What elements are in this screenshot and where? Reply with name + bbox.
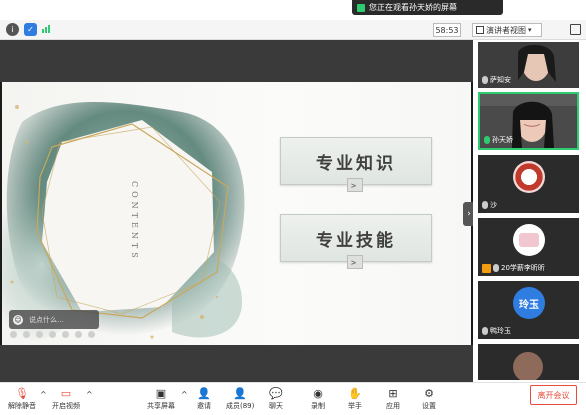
chevron-down-icon: ▾ bbox=[528, 26, 532, 34]
members-button[interactable]: 👤 成员(89) bbox=[226, 385, 254, 411]
participant-tile[interactable]: 萨知安 bbox=[478, 42, 579, 88]
add-user-icon: 👤 bbox=[197, 386, 211, 400]
hand-icon: ✋ bbox=[348, 386, 362, 400]
highlight-icon[interactable] bbox=[36, 331, 43, 338]
chat-input-placeholder: 说点什么... bbox=[29, 315, 64, 324]
share-screen-icon: ▣ bbox=[155, 386, 167, 400]
gear-icon: ⚙ bbox=[424, 386, 434, 400]
participant-tile[interactable]: 沙 bbox=[478, 155, 579, 213]
fullscreen-icon[interactable] bbox=[570, 24, 581, 35]
slide-item-1: 专业知识 > bbox=[280, 137, 432, 192]
mic-icon bbox=[482, 201, 488, 209]
record-label: 录制 bbox=[311, 402, 325, 410]
banner-text: 您正在观看孙天娇的屏幕 bbox=[369, 3, 457, 12]
avatar bbox=[513, 224, 545, 256]
mic-icon bbox=[482, 76, 488, 84]
pointer-icon[interactable] bbox=[23, 331, 30, 338]
view-mode-button[interactable]: 演讲者视图 ▾ bbox=[472, 23, 542, 37]
chevron-up-icon[interactable]: ^ bbox=[86, 390, 93, 399]
chat-icon: 💬 bbox=[269, 386, 283, 400]
chevron-up-icon[interactable]: ^ bbox=[40, 390, 47, 399]
shield-icon[interactable]: ✓ bbox=[24, 23, 37, 36]
participant-tile[interactable]: 玲玉 鸭玲玉 bbox=[478, 281, 579, 339]
members-label: 成员(89) bbox=[226, 402, 255, 410]
chat-button[interactable]: 💬 聊天 bbox=[268, 385, 284, 411]
shared-screen-top-bar bbox=[0, 40, 473, 82]
share-label: 共享屏幕 bbox=[147, 402, 175, 410]
text-icon[interactable] bbox=[62, 331, 69, 338]
more-icon[interactable] bbox=[88, 331, 95, 338]
participant-name: 孙天娇 bbox=[492, 136, 513, 144]
participant-name: 鸭玲玉 bbox=[490, 327, 511, 335]
screen-share-icon bbox=[357, 3, 365, 12]
annotation-tools bbox=[10, 331, 95, 338]
presentation-slide: CONTENTS 专业知识 > 专业技能 > bbox=[2, 82, 471, 345]
mute-button[interactable]: 🎙︎ 解除静音 bbox=[8, 385, 36, 411]
invite-button[interactable]: 👤 邀请 bbox=[196, 385, 212, 411]
mic-icon bbox=[484, 136, 490, 144]
participant-label: 孙天娇 bbox=[484, 135, 513, 145]
members-icon: 👤 bbox=[233, 386, 248, 400]
apps-icon: ⊞ bbox=[388, 386, 398, 400]
mute-label: 解除静音 bbox=[8, 402, 36, 410]
slide-item-2-label: 专业技能 bbox=[316, 230, 396, 251]
video-label: 开启视频 bbox=[52, 402, 80, 410]
top-toolbar: i ✓ 58:53 演讲者视图 ▾ bbox=[0, 20, 586, 40]
emoji-icon[interactable]: ☺ bbox=[13, 314, 23, 325]
bottom-toolbar: 🎙︎ 解除静音 ^ ▭ 开启视频 ^ ▣ 共享屏幕 ^ 👤 邀请 👤 成员(89… bbox=[0, 382, 586, 415]
video-button[interactable]: ▭ 开启视频 bbox=[52, 385, 80, 411]
participant-name: 20学薪李昕昕 bbox=[501, 264, 545, 272]
screen-share-banner[interactable]: 您正在观看孙天娇的屏幕 bbox=[352, 0, 503, 15]
chat-input[interactable]: ☺ 说点什么... bbox=[9, 310, 99, 329]
participant-label: 20学薪李昕昕 bbox=[482, 263, 545, 273]
signal-icon[interactable] bbox=[42, 25, 50, 33]
mic-off-icon: 🎙︎ bbox=[15, 386, 29, 400]
participant-tile[interactable] bbox=[478, 344, 579, 380]
participant-name: 萨知安 bbox=[490, 76, 511, 84]
chevron-up-icon[interactable]: ^ bbox=[181, 390, 188, 399]
avatar bbox=[513, 352, 543, 380]
grid-icon bbox=[476, 26, 484, 34]
meeting-timer: 58:53 bbox=[433, 23, 461, 37]
slide-item-2: 专业技能 > bbox=[280, 214, 432, 269]
mic-icon bbox=[493, 264, 499, 272]
chat-label: 聊天 bbox=[269, 402, 283, 410]
slide-item-1-label: 专业知识 bbox=[316, 153, 396, 174]
participant-label: 沙 bbox=[482, 200, 497, 210]
participant-tile[interactable]: 20学薪李昕昕 bbox=[478, 218, 579, 276]
settings-label: 设置 bbox=[422, 402, 436, 410]
apps-label: 应用 bbox=[386, 402, 400, 410]
leave-meeting-button[interactable]: 离开会议 bbox=[530, 385, 577, 405]
eraser-icon[interactable] bbox=[49, 331, 56, 338]
record-icon: ◉ bbox=[313, 386, 323, 400]
participant-label: 鸭玲玉 bbox=[482, 326, 511, 336]
invite-label: 邀请 bbox=[197, 402, 211, 410]
raise-hand-button[interactable]: ✋ 举手 bbox=[347, 385, 363, 411]
meeting-window: 您正在观看孙天娇的屏幕 i ✓ 58:53 演讲者视图 ▾ CONTENTS 专… bbox=[0, 0, 586, 415]
chevron-right-icon: > bbox=[347, 178, 363, 192]
apps-button[interactable]: ⊞ 应用 bbox=[385, 385, 401, 411]
video-off-icon: ▭ bbox=[60, 386, 72, 400]
view-mode-label: 演讲者视图 bbox=[486, 25, 526, 35]
participant-name: 沙 bbox=[490, 201, 497, 209]
pen-icon[interactable] bbox=[10, 331, 17, 338]
share-screen-button[interactable]: ▣ 共享屏幕 bbox=[147, 385, 175, 411]
contents-vertical-text: CONTENTS bbox=[130, 180, 139, 262]
user-icon bbox=[482, 263, 491, 273]
avatar: 玲玉 bbox=[513, 287, 545, 319]
participant-label: 萨知安 bbox=[482, 75, 511, 85]
raise-label: 举手 bbox=[348, 402, 362, 410]
avatar bbox=[513, 161, 545, 193]
shape-icon[interactable] bbox=[75, 331, 82, 338]
participant-tile-speaking[interactable]: 孙天娇 bbox=[478, 92, 579, 150]
mic-icon bbox=[482, 327, 488, 335]
info-icon[interactable]: i bbox=[6, 23, 19, 36]
record-button[interactable]: ◉ 录制 bbox=[310, 385, 326, 411]
settings-button[interactable]: ⚙ 设置 bbox=[421, 385, 437, 411]
chevron-right-icon: > bbox=[347, 255, 363, 269]
